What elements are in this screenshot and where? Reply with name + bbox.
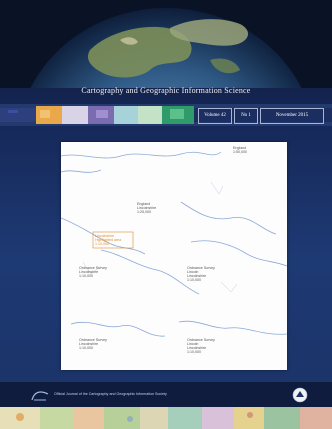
middle-right-label: Ordnance Survey Lincoln Lincolnshire 1:1… [187,266,215,282]
date-label: November 2015 [260,108,324,124]
middle-left-label: Ordnance Survey Lincolnshire 1:10,000 [79,266,107,278]
orange-label: Lincolnshire Highlighted area 1:10,000 [95,234,122,246]
journal-title: Cartography and Geographic Information S… [81,86,251,95]
society-seal-icon [292,387,308,403]
globe-image [0,0,332,88]
journal-cover: Cartography and Geographic Information S… [0,0,332,429]
publisher-logo-icon [31,391,49,401]
bottom-right-label: Ordnance Survey Lincoln Lincolnshire 1:1… [187,338,215,354]
map-panel: England 1:50,000 England Lincolnshire 1:… [61,142,287,370]
issue-label: No 1 [234,108,258,124]
map-thumbnail-strip: Volume 42 No 1 November 2015 [0,104,332,126]
river-lines [61,151,287,337]
center-label: England Lincolnshire 1:25,000 [137,202,157,214]
publisher-text: Official Journal of the Cartography and … [54,392,167,396]
bottom-left-label: Ordnance Survey Lincolnshire 1:10,000 [79,338,107,350]
top-right-label: England 1:50,000 [233,146,247,154]
volume-label: Volume 42 [198,108,232,124]
footer-bar: Official Journal of the Cartography and … [0,382,332,408]
bottom-map-strip [0,407,332,429]
